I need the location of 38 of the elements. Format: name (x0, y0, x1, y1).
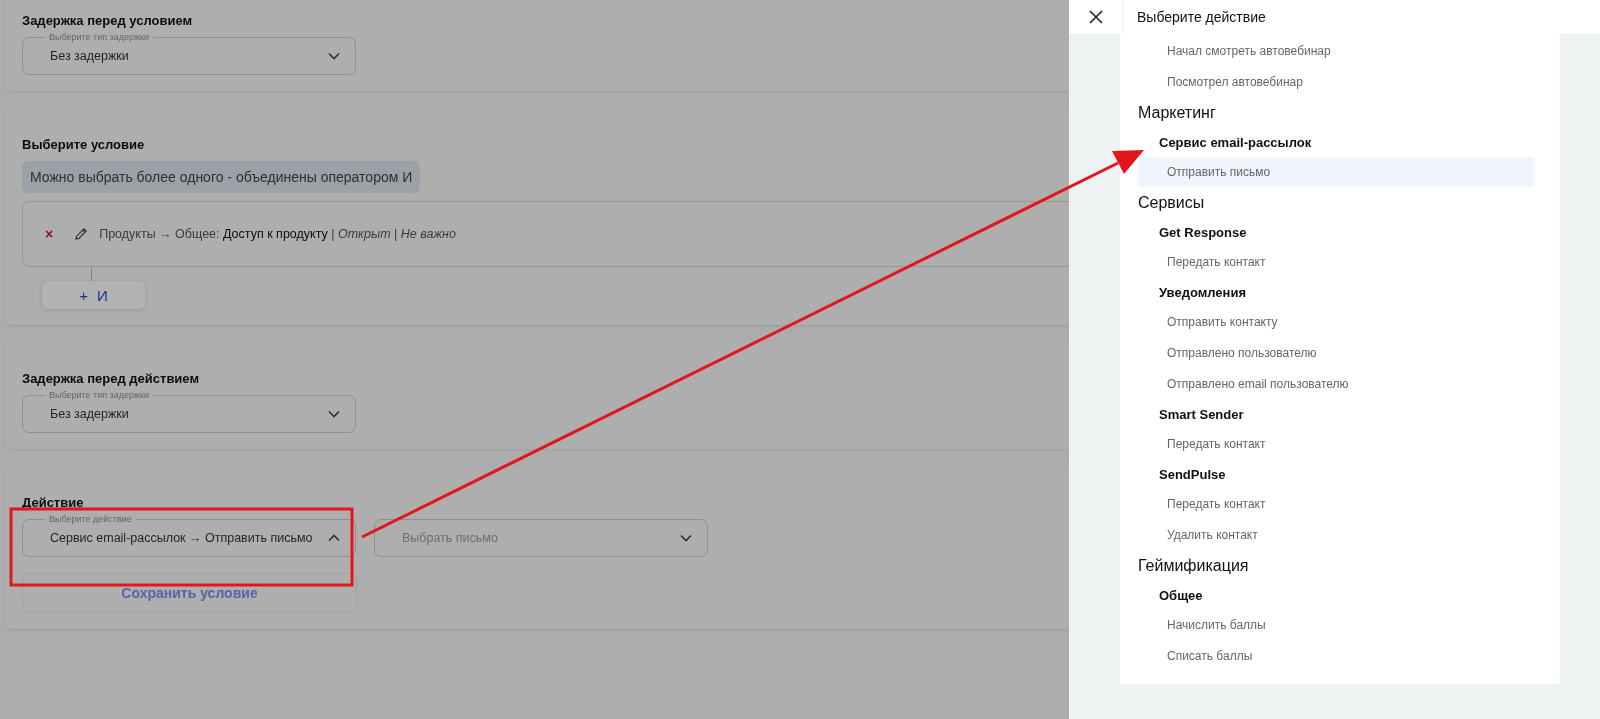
add-and-button[interactable]: + И (42, 281, 145, 309)
field-value: Сервис email-рассылок → Отправить письмо (50, 531, 313, 545)
pencil-icon[interactable] (73, 226, 90, 242)
close-icon (1088, 10, 1103, 24)
action-item[interactable]: Отправлено email пользователю (1138, 369, 1534, 399)
field-value: Без задержки (50, 407, 129, 421)
subgroup-heading: Уведомления (1158, 284, 1248, 302)
action-item[interactable]: Списать баллы (1138, 641, 1534, 671)
field-value: Без задержки (50, 49, 129, 63)
subgroup-heading: Get Response (1158, 224, 1248, 242)
group-heading: Геймификация (1137, 556, 1250, 576)
action-item[interactable]: Начал смотреть автовебинар (1138, 36, 1534, 66)
section-title: Задержка перед действием (22, 371, 201, 386)
subgroup-heading: SendPulse (1158, 466, 1227, 484)
group-heading: Маркетинг (1137, 103, 1217, 123)
action-item[interactable]: Отправлено пользователю (1138, 338, 1534, 368)
group-heading: Сервисы (1137, 193, 1206, 213)
section-title: Выберите условие (22, 137, 146, 152)
section-title: Действие (22, 495, 85, 510)
action-item[interactable]: Начислить баллы (1138, 610, 1534, 640)
subgroup-heading: Общее (1158, 587, 1204, 605)
field-label: Выберите тип задержки (45, 389, 153, 401)
action-item[interactable]: Удалить контакт (1138, 520, 1534, 550)
action-item[interactable]: Посмотрел автовебинар (1138, 67, 1534, 97)
action-item[interactable]: Отправить письмо (1138, 157, 1534, 187)
action-item[interactable]: Передать контакт (1138, 429, 1534, 459)
remove-button[interactable]: × (45, 226, 54, 242)
drawer-title: Выберите действие (1137, 9, 1266, 25)
section-title: Задержка перед условием (22, 13, 194, 28)
subgroup-heading: Smart Sender (1158, 406, 1245, 424)
subgroup-heading: Сервис email-рассылок (1158, 134, 1313, 152)
field-label: Выберите тип задержки (45, 31, 153, 43)
action-item[interactable]: Передать контакт (1138, 489, 1534, 519)
action-item[interactable]: Отправить контакту (1138, 307, 1534, 337)
hint-text: Можно выбрать более одного - объединены оператором И (22, 161, 421, 193)
action-item[interactable]: Передать контакт (1138, 247, 1534, 277)
condition-text: Продукты → Общее: Доступ к продукту | Открыт | Не важно (99, 227, 456, 241)
field-label: Выберите действие (45, 513, 136, 525)
